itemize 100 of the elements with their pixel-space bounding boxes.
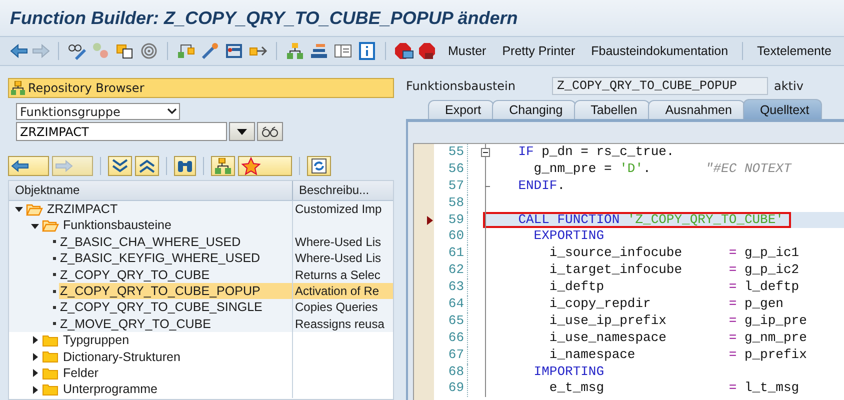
tree-node[interactable]: ZRZIMPACT bbox=[46, 201, 119, 218]
hierarchy-icon bbox=[214, 158, 232, 174]
copy-icon[interactable] bbox=[115, 42, 135, 60]
tree-node[interactable]: Dictionary-Strukturen bbox=[62, 348, 182, 365]
back-arrow-icon[interactable] bbox=[10, 44, 28, 58]
forward-arrow-icon bbox=[55, 160, 73, 172]
stop-sign-monitor-icon[interactable] bbox=[394, 42, 414, 60]
expander-icon[interactable] bbox=[31, 386, 39, 394]
refresh-icon bbox=[310, 158, 328, 174]
bullet-icon bbox=[53, 273, 56, 276]
back-arrow-icon bbox=[11, 160, 29, 172]
code-line: ENDIF. bbox=[517, 178, 566, 193]
column-header[interactable]: Objektname bbox=[9, 181, 293, 200]
code-line: i_target_infocube = g_p_ic2 bbox=[548, 262, 800, 278]
code-line: IF p_dn = rs_c_true. bbox=[517, 144, 674, 159]
stop-sign-icon[interactable] bbox=[418, 42, 438, 60]
favorites-button[interactable] bbox=[238, 156, 292, 176]
dropdown-button[interactable] bbox=[229, 122, 255, 141]
refresh-button[interactable] bbox=[307, 156, 331, 176]
description-text: Customized Imp bbox=[295, 202, 382, 216]
chevrons-up-icon bbox=[138, 159, 156, 173]
tree-node[interactable]: Unterprogramme bbox=[62, 381, 158, 398]
toolbar-button[interactable]: Pretty Printer bbox=[496, 44, 582, 58]
status-text: aktiv bbox=[774, 79, 804, 93]
expander-icon[interactable] bbox=[31, 336, 39, 344]
line-number: 66 bbox=[448, 330, 464, 345]
line-number: 58 bbox=[448, 194, 464, 210]
line-number: 67 bbox=[448, 346, 464, 362]
collapse-icon[interactable] bbox=[481, 148, 490, 157]
back-button[interactable] bbox=[8, 156, 49, 176]
bullet-icon bbox=[53, 306, 56, 310]
bullet-icon bbox=[53, 290, 56, 293]
bullet-icon bbox=[53, 256, 56, 260]
object-name-field[interactable]: ZRZIMPACT bbox=[16, 122, 227, 141]
code-line: EXPORTING bbox=[532, 228, 604, 244]
collapse-button[interactable] bbox=[135, 156, 159, 176]
expand-button[interactable] bbox=[108, 156, 132, 176]
object-type-dropdown[interactable]: Funktionsgruppe bbox=[16, 103, 180, 120]
hierarchy-icon[interactable] bbox=[285, 42, 305, 60]
stack-icon[interactable] bbox=[309, 42, 329, 60]
code-editor[interactable] bbox=[413, 143, 844, 400]
tab[interactable]: Ausnahmen bbox=[648, 100, 745, 119]
toolbar-button[interactable]: Fbausteindokumentation bbox=[585, 44, 734, 58]
info-icon[interactable] bbox=[357, 42, 377, 60]
expander-icon[interactable] bbox=[31, 222, 39, 230]
description-text: Where-Used Lis bbox=[295, 251, 382, 266]
line-number: 62 bbox=[448, 262, 464, 278]
line-number: 69 bbox=[448, 380, 464, 396]
code-line: i_use_ip_prefix = g_ip_pre bbox=[548, 312, 807, 328]
tab[interactable]: Export bbox=[428, 100, 494, 119]
toolbar-button[interactable]: Muster bbox=[442, 44, 492, 58]
display-button[interactable] bbox=[257, 122, 283, 141]
tree-node[interactable]: Felder bbox=[62, 364, 100, 382]
hierarchy-button[interactable] bbox=[211, 156, 235, 176]
tree-node[interactable]: Z_COPY_QRY_TO_CUBE_POPUP bbox=[59, 282, 292, 300]
glasses-icon bbox=[261, 126, 279, 138]
line-number: 60 bbox=[448, 228, 464, 244]
tree-node[interactable]: Z_COPY_QRY_TO_CUBE_SINGLE bbox=[59, 299, 292, 316]
star-icon bbox=[241, 157, 261, 175]
expander-icon[interactable] bbox=[31, 369, 39, 378]
tab[interactable]: Quelltext bbox=[742, 99, 822, 119]
tree-node[interactable]: Z_BASIC_KEYFIG_WHERE_USED bbox=[59, 250, 292, 267]
tree-node[interactable]: Z_COPY_QRY_TO_CUBE bbox=[59, 266, 292, 283]
description-text: Reassigns reusa bbox=[295, 316, 384, 331]
tab[interactable]: Changing bbox=[492, 100, 576, 119]
tree-node[interactable]: Z_BASIC_CHA_WHERE_USED bbox=[59, 234, 292, 250]
binoculars-icon bbox=[177, 159, 193, 173]
line-number: 55 bbox=[448, 144, 464, 159]
column-header[interactable]: Beschreibu... bbox=[293, 181, 393, 200]
toolbar-button[interactable]: Textelemente bbox=[751, 44, 838, 58]
layout-icon[interactable] bbox=[333, 42, 353, 60]
glasses-pencil-icon[interactable] bbox=[67, 42, 87, 60]
triangle-icon bbox=[236, 128, 248, 136]
code-line: e_t_msg = l_t_msg bbox=[548, 380, 800, 396]
window-title: Function Builder: Z_COPY_QRY_TO_CUBE_POPUP ändern bbox=[10, 8, 518, 28]
expander-icon[interactable] bbox=[31, 352, 39, 361]
description-text: Where-Used Lis bbox=[295, 234, 382, 249]
folder-icon bbox=[42, 350, 59, 364]
line-number: 68 bbox=[448, 364, 464, 379]
bullet-icon bbox=[53, 322, 56, 326]
line-number: 65 bbox=[448, 312, 464, 328]
description-text: Activation of Re bbox=[295, 284, 380, 298]
code-line: i_namespace = p_prefix bbox=[548, 346, 807, 362]
code-line: i_copy_repdir = p_gen bbox=[548, 296, 784, 312]
open-folder-icon bbox=[26, 202, 43, 216]
expander-icon[interactable] bbox=[15, 205, 23, 214]
nodes-icon[interactable] bbox=[176, 42, 196, 60]
line-number: 63 bbox=[448, 279, 464, 294]
tree-node[interactable]: Typgruppen bbox=[62, 332, 130, 349]
clamp-icon[interactable] bbox=[224, 42, 244, 60]
search-button[interactable] bbox=[174, 156, 196, 176]
tab[interactable]: Tabellen bbox=[574, 100, 650, 119]
chevrons-down-icon bbox=[111, 159, 129, 173]
code-line: g_nm_pre = 'D'. "#EC NOTEXT bbox=[532, 160, 792, 176]
code-line: i_use_namespace = g_nm_pre bbox=[548, 330, 807, 345]
tree-node[interactable]: Z_MOVE_QRY_TO_CUBE bbox=[59, 316, 292, 332]
code-line: i_source_infocube = g_p_ic1 bbox=[548, 245, 800, 260]
line-number: 64 bbox=[448, 296, 464, 312]
wand-icon[interactable] bbox=[200, 42, 220, 60]
hierarchy-icon bbox=[11, 81, 25, 95]
